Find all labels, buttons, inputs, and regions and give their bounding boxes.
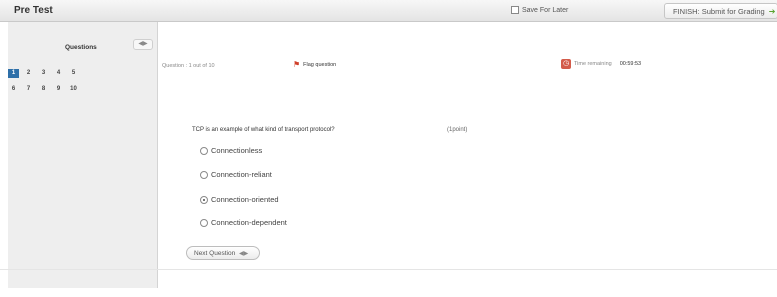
questions-heading: Questions <box>65 44 97 51</box>
finish-submit-button[interactable]: FINISH: Submit for Grading ➔ <box>664 3 777 19</box>
flag-question-label: Flag question <box>303 61 337 68</box>
collapse-sidebar-button[interactable]: ◀▶ <box>133 39 153 50</box>
question-number-9[interactable]: 9 <box>53 85 64 94</box>
answer-radio-2[interactable] <box>200 170 208 179</box>
question-number-2[interactable]: 2 <box>23 69 34 78</box>
question-points: (1point) <box>447 127 468 133</box>
clock-icon: ◷ <box>561 59 571 69</box>
answer-radio-4[interactable] <box>200 218 208 227</box>
question-row-1: 1 2 3 4 5 <box>8 69 83 78</box>
question-row-2: 6 7 8 9 10 <box>8 85 83 94</box>
question-number-5[interactable]: 5 <box>68 69 79 78</box>
bottom-divider <box>0 269 777 270</box>
question-text: TCP is an example of what kind of transp… <box>192 127 335 133</box>
page-title: Pre Test <box>14 5 53 16</box>
answer-option-3[interactable]: Connection-oriented <box>200 195 279 204</box>
question-number-7[interactable]: 7 <box>23 85 34 94</box>
answer-option-4[interactable]: Connection-dependent <box>200 218 287 227</box>
save-for-later-label: Save For Later <box>522 6 569 14</box>
answer-radio-1[interactable] <box>200 146 208 155</box>
answer-label-4: Connection-dependent <box>211 218 287 227</box>
top-bar: Pre Test Save For Later FINISH: Submit f… <box>0 0 777 22</box>
answer-label-2: Connection-reliant <box>211 170 272 179</box>
time-remaining-value: 00:59:53 <box>619 61 642 67</box>
question-number-10[interactable]: 10 <box>68 85 79 94</box>
question-number-6[interactable]: 6 <box>8 85 19 94</box>
answer-radio-3[interactable] <box>200 195 208 204</box>
answer-label-1: Connectionless <box>211 146 263 155</box>
finish-label: FINISH: Submit for Grading <box>673 7 765 16</box>
next-question-label: Next Question <box>194 250 236 257</box>
time-remaining-label: Time remaining <box>574 61 612 67</box>
time-remaining: ◷ Time remaining 00:59:53 <box>561 59 641 69</box>
save-for-later-toggle[interactable]: Save For Later <box>511 6 568 14</box>
question-number-4[interactable]: 4 <box>53 69 64 78</box>
question-number-8[interactable]: 8 <box>38 85 49 94</box>
question-counter: Question : 1 out of 10 <box>162 63 215 69</box>
answer-option-1[interactable]: Connectionless <box>200 146 262 155</box>
arrow-right-icon: ➔ <box>768 7 776 16</box>
next-arrow-icon: ◀▶ <box>239 251 249 257</box>
question-sidebar: Questions ◀▶ 1 2 3 4 5 6 7 8 9 10 <box>8 22 158 288</box>
flag-icon: ⚑ <box>293 60 301 69</box>
answer-option-2[interactable]: Connection-reliant <box>200 170 272 179</box>
save-for-later-checkbox[interactable] <box>511 6 519 14</box>
question-number-1[interactable]: 1 <box>8 69 19 78</box>
question-number-3[interactable]: 3 <box>38 69 49 78</box>
answer-label-3: Connection-oriented <box>211 195 279 204</box>
flag-question-button[interactable]: ⚑ Flag question <box>293 60 336 69</box>
next-question-button[interactable]: Next Question ◀▶ <box>186 246 260 260</box>
